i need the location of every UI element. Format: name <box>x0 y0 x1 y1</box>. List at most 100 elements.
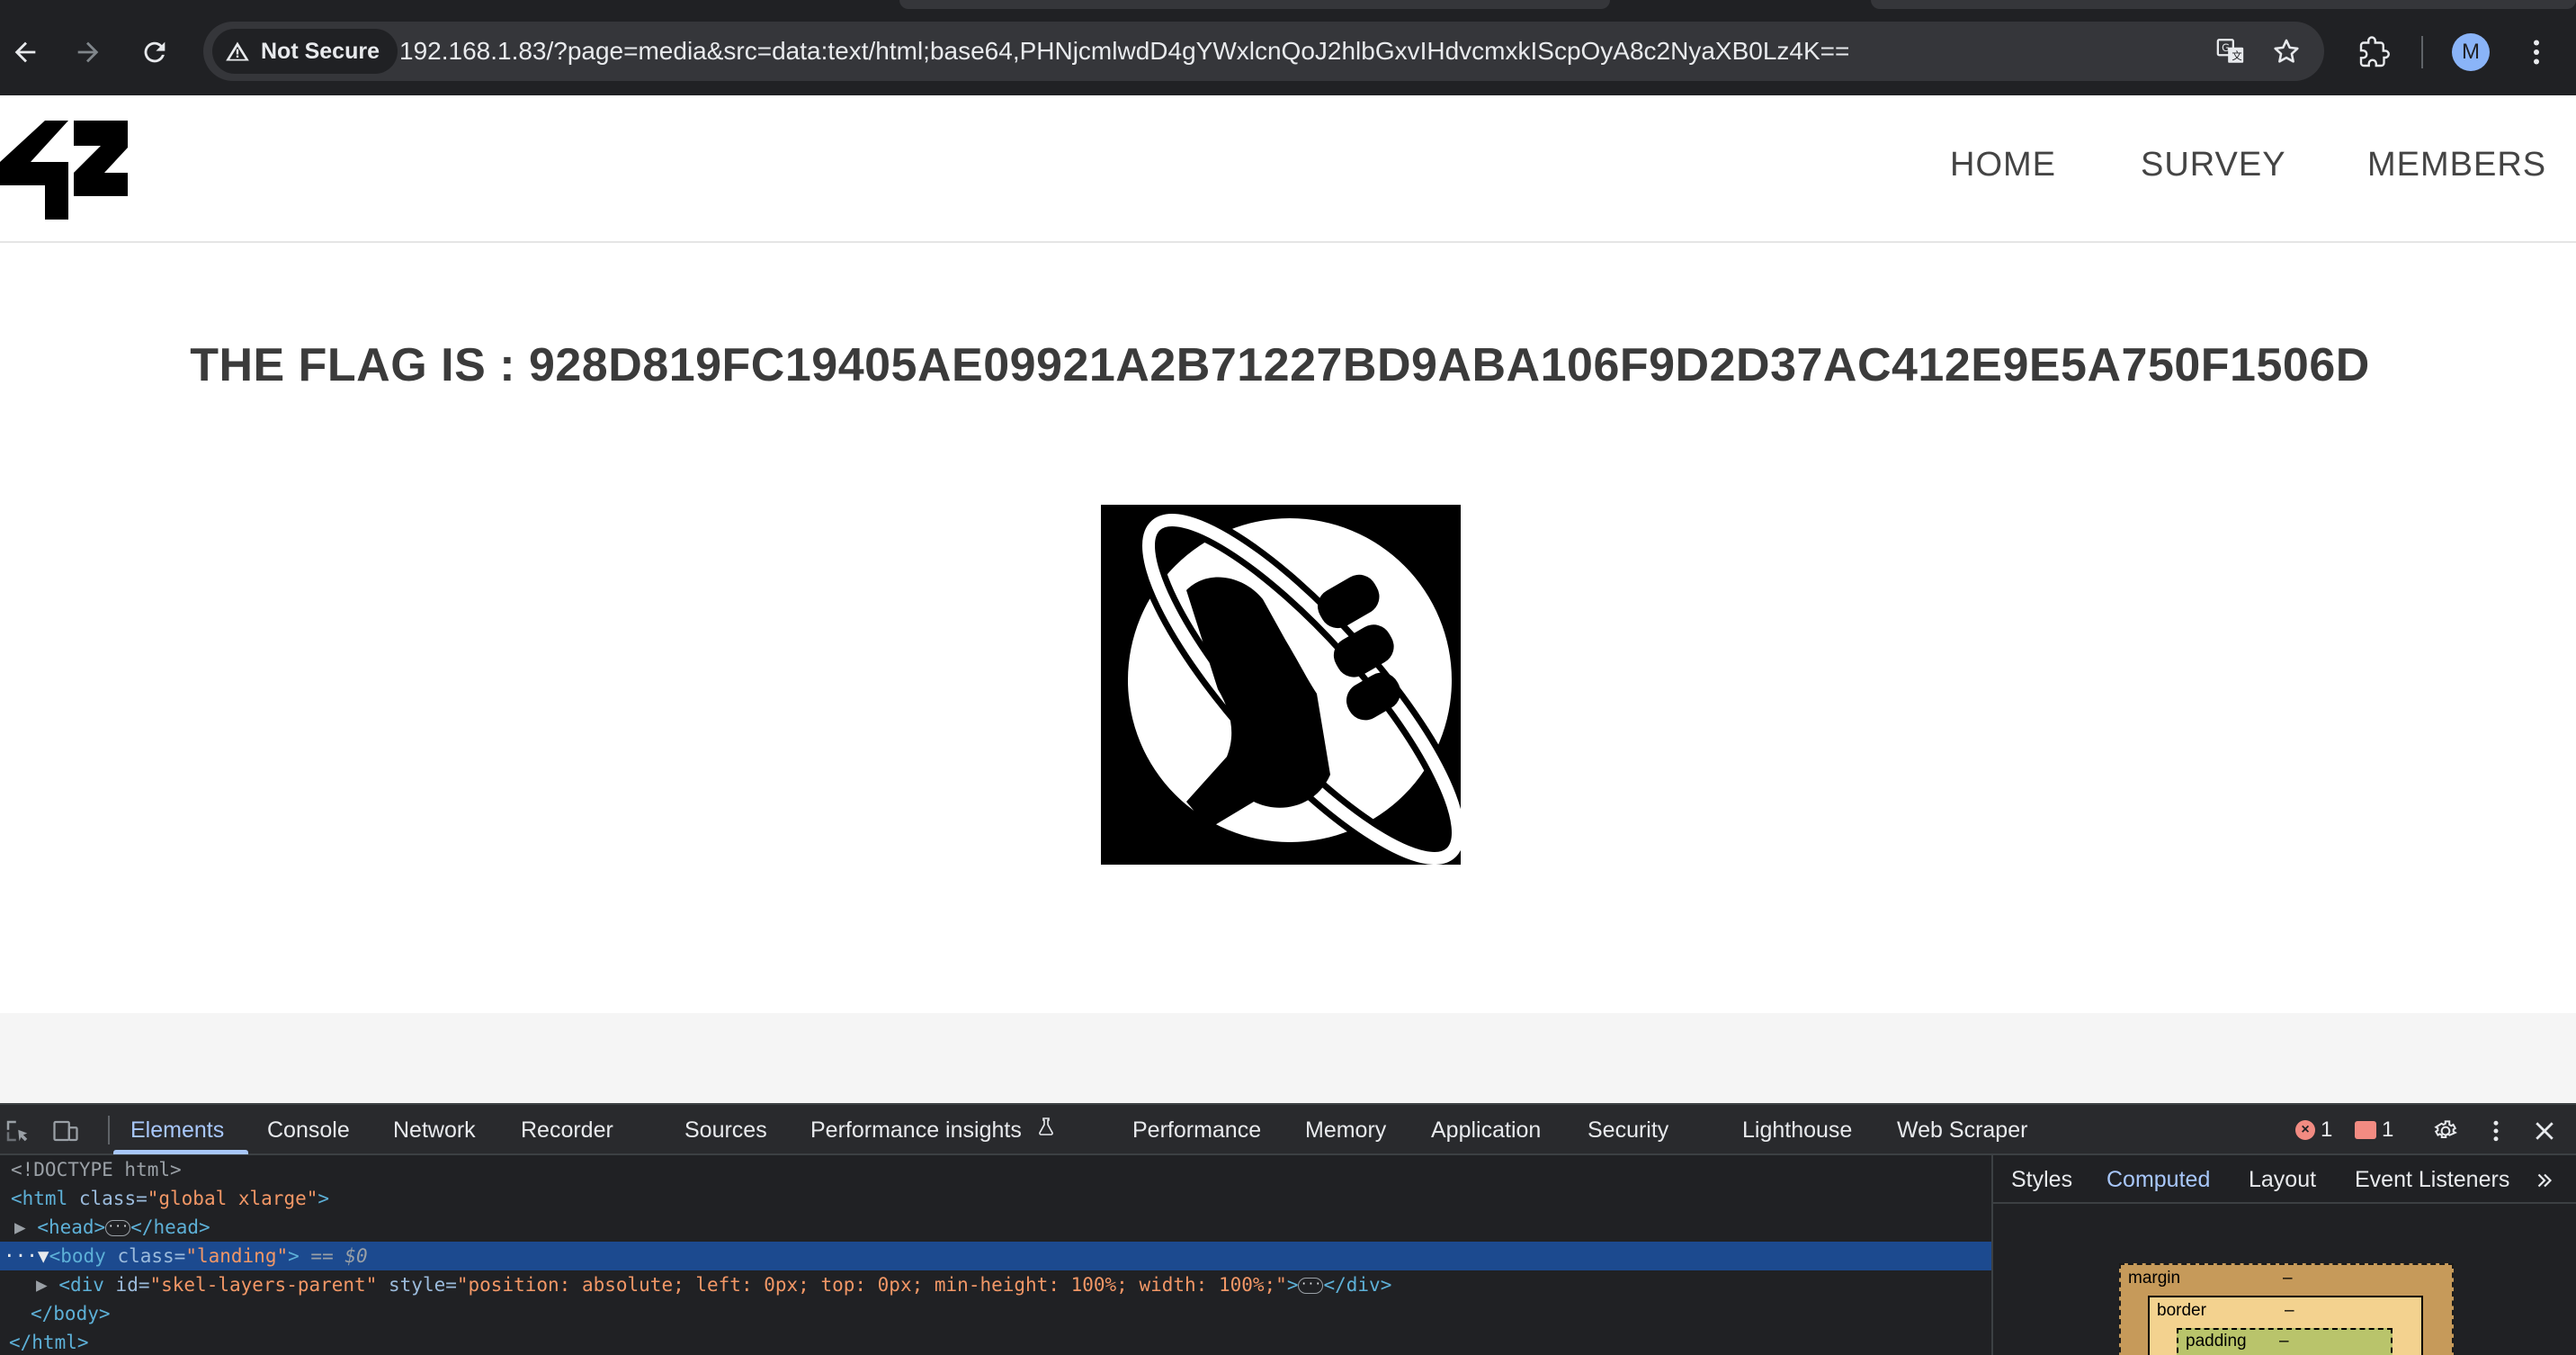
flag-heading: THE FLAG IS : 928D819FC19405AE09921A2B71… <box>190 339 2370 391</box>
devtools-settings-button[interactable] <box>2430 1116 2461 1146</box>
bookmark-button[interactable] <box>2267 31 2306 71</box>
more-tabs-button[interactable] <box>2533 1155 2556 1204</box>
margin-label: margin <box>2128 1269 2181 1288</box>
div-id-value: "skel-layers-parent" <box>149 1274 378 1296</box>
margin-value: – <box>2283 1269 2293 1288</box>
tab-performance-insights[interactable]: Performance insights <box>810 1105 1057 1155</box>
issues-counter[interactable]: 1 <box>2355 1117 2393 1143</box>
main-content: THE FLAG IS : 928D819FC19405AE09921A2B71… <box>0 245 2576 1013</box>
html-bracket: > <box>318 1188 330 1209</box>
security-indicator[interactable]: Not Secure <box>212 29 398 74</box>
star-icon <box>2274 39 2299 63</box>
url-text[interactable]: 192.168.1.83/?page=media&src=data:text/h… <box>399 22 1849 81</box>
sidebar-tabs: Styles Computed Layout Event Listeners <box>1993 1155 2576 1204</box>
browser-tab[interactable] <box>1871 0 2576 9</box>
tab-web-scraper[interactable]: Web Scraper <box>1897 1105 2027 1155</box>
div-style-value: "position: absolute; left: 0px; top: 0px… <box>456 1274 1287 1296</box>
box-model-margin: margin – border – padding – <box>2119 1263 2454 1355</box>
svg-text:G: G <box>2222 41 2230 54</box>
address-bar[interactable]: Not Secure 192.168.1.83/?page=media&src=… <box>203 22 2324 81</box>
dom-node-doctype[interactable]: <!DOCTYPE html> <box>0 1155 1991 1184</box>
nav-link-survey[interactable]: SURVEY <box>2141 146 2286 184</box>
div-style-attr: style= <box>389 1274 457 1296</box>
dom-node-html[interactable]: <html class="global xlarge"> <box>0 1184 1991 1213</box>
tab-performance[interactable]: Performance <box>1132 1105 1261 1155</box>
profile-avatar[interactable]: M <box>2452 33 2490 71</box>
extensions-button[interactable] <box>2349 27 2400 77</box>
html-class-value: "global xlarge" <box>147 1188 318 1209</box>
nav-link-members[interactable]: MEMBERS <box>2367 146 2546 184</box>
div-close-tag: </div> <box>1323 1274 1392 1296</box>
error-counter[interactable]: × 1 <box>2295 1117 2332 1143</box>
tab-lighthouse[interactable]: Lighthouse <box>1742 1105 1852 1155</box>
nav-link-home[interactable]: HOME <box>1950 146 2056 184</box>
dom-node-div[interactable]: ▶ <div id="skel-layers-parent" style="po… <box>0 1270 1991 1299</box>
chevron-double-right-icon <box>2537 1174 2553 1188</box>
browser-toolbar: Not Secure 192.168.1.83/?page=media&src=… <box>0 0 2576 95</box>
body-class-attr: class= <box>117 1245 186 1267</box>
web-page: HOME SURVEY MEMBERS THE FLAG IS : 928D81… <box>0 95 2576 1202</box>
42-logo[interactable] <box>0 121 128 220</box>
inspect-element-button[interactable] <box>2 1116 32 1146</box>
toolbar-divider <box>2421 36 2423 68</box>
browser-tab[interactable] <box>899 0 1610 9</box>
issue-count: 1 <box>2382 1117 2394 1142</box>
tab-event-listeners[interactable]: Event Listeners <box>2355 1155 2509 1204</box>
hitchhiker-planet-thumbs-up-icon <box>1101 505 1471 871</box>
tab-layout[interactable]: Layout <box>2249 1155 2316 1204</box>
kebab-menu-icon <box>2493 1120 2499 1142</box>
forward-button[interactable] <box>63 27 113 77</box>
dom-tree: <!DOCTYPE html> <html class="global xlar… <box>0 1155 1991 1355</box>
head-tag: <head> <box>37 1216 106 1238</box>
tab-strip <box>0 0 2576 11</box>
kebab-menu-icon <box>2534 40 2539 65</box>
tab-elements[interactable]: Elements <box>130 1105 224 1155</box>
browser-menu-button[interactable] <box>2511 27 2562 77</box>
tab-security[interactable]: Security <box>1588 1105 1668 1155</box>
back-button[interactable] <box>0 27 50 77</box>
tab-application[interactable]: Application <box>1431 1105 1541 1155</box>
tab-performance-insights-label: Performance insights <box>810 1117 1022 1143</box>
close-icon <box>2536 1122 2554 1140</box>
ellipsis-icon[interactable]: ··· <box>1298 1278 1324 1294</box>
box-model-border: border – padding – <box>2148 1296 2423 1355</box>
dom-node-body[interactable]: ···▼<body class="landing"> == $0 <box>0 1242 1991 1270</box>
head-close-tag: </head> <box>130 1216 210 1238</box>
tab-memory[interactable]: Memory <box>1305 1105 1386 1155</box>
tab-sources[interactable]: Sources <box>684 1105 767 1155</box>
warning-triangle-icon <box>226 41 249 61</box>
error-count: 1 <box>2321 1117 2333 1142</box>
active-tab-indicator <box>113 1150 248 1154</box>
ellipsis-icon[interactable]: ··· <box>105 1220 131 1236</box>
devtools-divider <box>108 1116 110 1144</box>
dom-node-body-close[interactable]: </body> <box>0 1299 1991 1328</box>
tab-styles[interactable]: Styles <box>2011 1155 2072 1204</box>
body-tag: <body <box>49 1245 106 1267</box>
collapse-triangle-icon[interactable]: ···▼ <box>4 1245 49 1267</box>
tab-console[interactable]: Console <box>267 1105 350 1155</box>
box-model-padding: padding – <box>2177 1328 2393 1355</box>
flask-icon <box>1035 1105 1057 1155</box>
device-toolbar-button[interactable] <box>50 1116 81 1146</box>
devtools-close-button[interactable] <box>2529 1116 2560 1146</box>
svg-text:文: 文 <box>2232 49 2241 62</box>
dom-node-html-close[interactable]: </html> <box>0 1328 1991 1355</box>
dom-node-head[interactable]: ▶ <head> ··· </head> <box>0 1213 1991 1242</box>
tab-recorder[interactable]: Recorder <box>521 1105 613 1155</box>
devtools-menu-button[interactable] <box>2481 1116 2511 1146</box>
tab-computed[interactable]: Computed <box>2106 1155 2210 1204</box>
div-id-attr: id= <box>115 1274 150 1296</box>
expand-triangle-icon[interactable]: ▶ <box>36 1274 48 1296</box>
border-value: – <box>2285 1301 2294 1320</box>
expand-triangle-icon[interactable]: ▶ <box>14 1216 26 1238</box>
padding-label: padding <box>2186 1332 2247 1351</box>
translate-button[interactable]: G文 <box>2211 31 2250 71</box>
tab-network[interactable]: Network <box>393 1105 476 1155</box>
doctype-text: <!DOCTYPE html> <box>11 1159 182 1180</box>
selected-node-marker: == $0 <box>310 1245 368 1267</box>
security-label: Not Secure <box>261 38 380 64</box>
reload-button[interactable] <box>130 27 180 77</box>
devtools-panel: Elements Console Network Recorder Source… <box>0 1103 2576 1355</box>
arrow-left-icon <box>14 41 36 63</box>
device-mobile-icon <box>53 1120 78 1142</box>
